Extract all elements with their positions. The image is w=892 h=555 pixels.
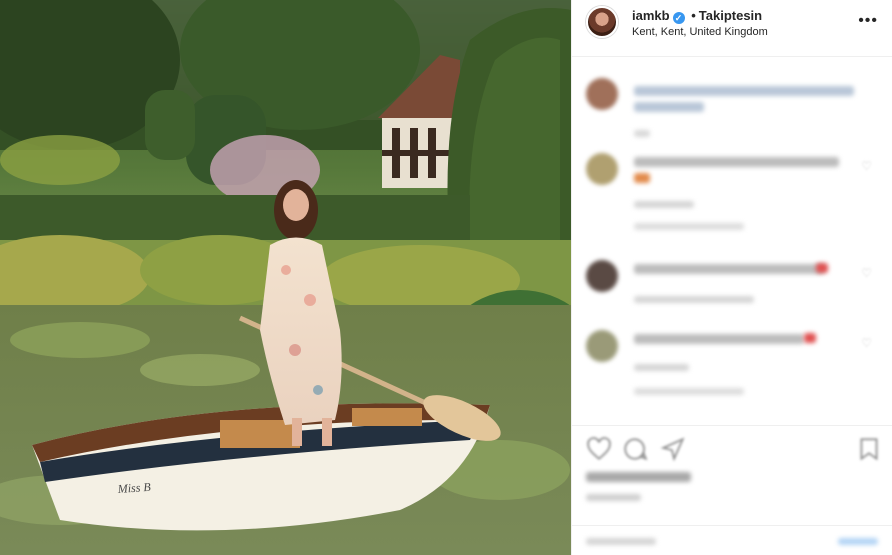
heart-icon[interactable] bbox=[586, 436, 612, 462]
redacted-meta bbox=[634, 201, 694, 208]
avatar[interactable] bbox=[586, 260, 618, 292]
redacted-comment bbox=[634, 334, 804, 344]
boat-name: Miss B bbox=[116, 480, 152, 496]
redacted-meta bbox=[634, 296, 754, 303]
redacted-comment bbox=[634, 157, 839, 167]
redacted-emoji bbox=[816, 263, 828, 273]
redacted-timestamp bbox=[586, 494, 641, 501]
username-link[interactable]: iamkb bbox=[632, 8, 670, 23]
post-comment-button[interactable] bbox=[838, 538, 878, 545]
garden-scene: Miss B bbox=[0, 0, 571, 555]
post-author: iamkb ✓ • Takiptesin bbox=[632, 8, 762, 24]
post-header: iamkb ✓ • Takiptesin Kent, Kent, United Ki… bbox=[572, 0, 892, 57]
avatar[interactable] bbox=[586, 153, 618, 185]
comment-input[interactable] bbox=[586, 538, 656, 545]
comments-list: ♡ ♡ ♡ bbox=[572, 58, 892, 423]
redacted-meta bbox=[634, 364, 689, 371]
redacted-replies bbox=[634, 388, 744, 395]
post-photo[interactable]: Miss B bbox=[0, 0, 571, 555]
following-button[interactable]: Takiptesin bbox=[699, 8, 762, 23]
redacted-emoji bbox=[804, 333, 816, 343]
separator-dot: • bbox=[691, 8, 696, 23]
avatar[interactable] bbox=[586, 78, 618, 110]
comment-icon[interactable] bbox=[622, 436, 648, 462]
bookmark-icon[interactable] bbox=[856, 436, 882, 462]
post-actions bbox=[572, 425, 892, 535]
like-comment-icon[interactable]: ♡ bbox=[861, 159, 872, 173]
location-link[interactable]: Kent, Kent, United Kingdom bbox=[632, 26, 768, 38]
redacted-likes bbox=[586, 472, 691, 482]
avatar[interactable] bbox=[586, 6, 618, 38]
redacted-meta bbox=[634, 130, 650, 137]
post-side-panel: iamkb ✓ • Takiptesin Kent, Kent, United Ki… bbox=[571, 0, 892, 555]
redacted-comment bbox=[634, 173, 650, 183]
like-comment-icon[interactable]: ♡ bbox=[861, 266, 872, 280]
redacted-comment bbox=[634, 264, 824, 274]
like-comment-icon[interactable]: ♡ bbox=[861, 336, 872, 350]
more-options-icon[interactable]: ••• bbox=[858, 12, 878, 30]
share-icon[interactable] bbox=[660, 436, 686, 462]
redacted-replies bbox=[634, 223, 744, 230]
add-comment-bar[interactable] bbox=[572, 525, 892, 555]
avatar[interactable] bbox=[586, 330, 618, 362]
verified-icon: ✓ bbox=[672, 12, 685, 24]
redacted-comment bbox=[634, 102, 704, 112]
redacted-comment bbox=[634, 86, 854, 96]
